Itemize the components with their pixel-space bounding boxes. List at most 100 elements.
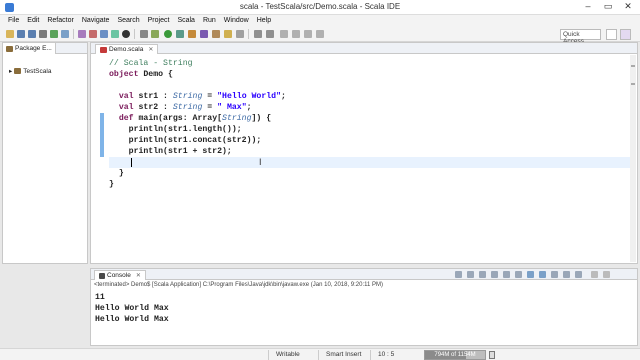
status-bar: Writable Smart Insert 10 : 5 794M of 115… [0,348,640,360]
status-separator [370,350,371,360]
scala-new-icon[interactable] [78,30,86,38]
display-console-icon[interactable] [563,271,570,278]
tab-demo-scala[interactable]: Demo.scala ✕ [95,44,159,54]
code-line: // Scala - String [109,59,193,68]
save-icon[interactable] [17,30,25,38]
scala-trait-icon[interactable] [100,30,108,38]
code-line: val str1 : String = "Hello World"; [118,92,286,101]
pin-editor-icon[interactable] [316,30,324,38]
external-tools-icon[interactable] [188,30,196,38]
search-icon[interactable] [224,30,232,38]
menu-window[interactable]: Window [220,17,253,24]
status-cursor-position: 10 : 5 [378,351,395,358]
menu-file[interactable]: File [4,17,23,24]
close-tab-icon[interactable]: ✕ [148,46,153,53]
heap-status-label: 794M of 1154M [434,352,476,358]
maximize-view-icon[interactable] [603,271,610,278]
close-tab-icon[interactable]: ✕ [136,272,141,279]
forward-icon[interactable] [304,30,312,38]
console-panel: Console ✕ <terminated> Demo$ [Scala Appl… [90,268,638,346]
project-icon [14,68,22,74]
open-perspective-icon[interactable] [606,29,617,40]
console-output-line: 11 [95,293,105,302]
remove-all-icon[interactable] [479,271,486,278]
settings-icon[interactable] [140,30,148,38]
pin-console-icon[interactable] [551,271,558,278]
code-content[interactable]: // Scala - String object Demo { val str1… [109,58,286,190]
open-console-icon[interactable] [575,271,582,278]
console-output-line: Hello World Max [95,304,169,313]
menu-scala[interactable]: Scala [173,17,199,24]
tab-package-explorer[interactable]: Package E... [3,43,56,54]
terminate-icon[interactable] [455,271,462,278]
package-explorer-label: Package E... [15,45,52,52]
code-editor[interactable]: Demo.scala ✕ // Scala - String object De… [90,42,638,264]
change-marker [100,113,104,157]
run-icon[interactable] [164,30,172,38]
minimize-button[interactable]: – [580,1,596,11]
code-line: println(str1.length()); [109,125,242,134]
code-line: def main(args: Array[String]) { [118,114,272,123]
print-icon[interactable] [39,30,47,38]
menu-refactor[interactable]: Refactor [43,17,77,24]
editor-tab-label: Demo.scala [109,46,144,53]
editor-tab-bar [91,43,637,54]
pin-icon[interactable] [236,30,244,38]
open-type-icon[interactable] [200,30,208,38]
show-on-error-icon[interactable] [539,271,546,278]
quick-access-field[interactable]: Quick Access [560,29,601,45]
ibeam-cursor-icon: I [259,157,262,167]
remove-launch-icon[interactable] [467,271,474,278]
code-line: object Demo { [109,70,173,79]
expand-icon[interactable]: ▸ [9,67,12,75]
new-icon[interactable] [6,30,14,38]
menu-project[interactable]: Project [144,17,174,24]
save-all-icon[interactable] [28,30,36,38]
code-line: println(str1 + str2); [109,147,232,156]
scala-perspective-icon[interactable] [620,29,631,40]
scala-class-icon[interactable] [89,30,97,38]
package-explorer-icon [6,45,13,52]
debug-icon[interactable] [151,30,159,38]
editor-overview-ruler[interactable] [630,55,636,262]
code-line: val str2 : String = " Max"; [118,103,252,112]
console-output[interactable]: 11 Hello World Max Hello World Max [95,292,169,325]
overview-marker[interactable] [631,83,635,85]
menu-navigate[interactable]: Navigate [78,17,114,24]
heap-status[interactable]: 794M of 1154M [424,350,486,360]
show-on-output-icon[interactable] [527,271,534,278]
last-edit-icon[interactable] [280,30,288,38]
scroll-lock-icon[interactable] [503,271,510,278]
clear-console-icon[interactable] [491,271,498,278]
build-icon[interactable] [50,30,58,38]
tree-item-testscala[interactable]: ▸ TestScala [9,67,52,76]
scala-file-icon [100,46,107,53]
word-wrap-icon[interactable] [515,271,522,278]
menu-help[interactable]: Help [253,17,275,24]
previous-annotation-icon[interactable] [266,30,274,38]
tab-console[interactable]: Console ✕ [94,270,146,280]
minimize-view-icon[interactable] [591,271,598,278]
tree-item-label: TestScala [23,67,52,75]
menu-run[interactable]: Run [199,17,220,24]
layout-icon[interactable] [61,30,69,38]
menu-search[interactable]: Search [113,17,143,24]
back-icon[interactable] [292,30,300,38]
scala-object-icon[interactable] [111,30,119,38]
menu-bar: File Edit Refactor Navigate Search Proje… [0,15,640,26]
next-annotation-icon[interactable] [254,30,262,38]
maximize-button[interactable]: ▭ [600,1,616,12]
run-dropdown-icon[interactable] [176,30,184,38]
toolbar-separator [73,29,74,39]
code-line: } [109,180,114,189]
garbage-collect-icon[interactable] [489,351,495,359]
text-caret [131,158,132,167]
close-button[interactable]: ✕ [620,1,636,12]
menu-edit[interactable]: Edit [23,17,43,24]
overview-marker[interactable] [631,65,635,67]
record-icon[interactable] [122,30,130,38]
open-task-icon[interactable] [212,30,220,38]
toolbar [0,26,640,42]
code-line: } [109,169,124,178]
